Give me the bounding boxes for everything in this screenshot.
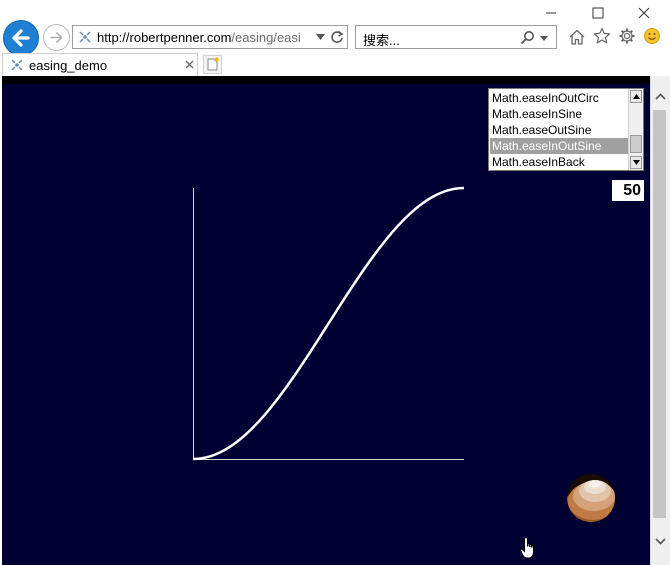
back-button[interactable] [3, 20, 39, 56]
scroll-up-arrow-icon [632, 94, 640, 99]
page-scroll-up-button[interactable] [651, 86, 670, 106]
search-dropdown-icon[interactable] [540, 36, 548, 42]
minimize-button[interactable] [528, 0, 574, 26]
address-dropdown-icon[interactable] [316, 34, 325, 41]
url-path: /easing/easi [231, 30, 301, 45]
page-scroll-down-icon [655, 537, 666, 545]
tab-title: easing_demo [29, 58, 108, 73]
url-host: http://robertpenner.com [97, 30, 232, 45]
listbox-scroll-thumb[interactable] [630, 135, 642, 153]
easing-function-listbox[interactable]: Math.easeInOutCirc Math.easeInSine Math.ea… [488, 88, 644, 171]
close-window-button[interactable] [621, 0, 667, 26]
minimize-icon [546, 12, 556, 14]
easing-option[interactable]: Math.easeInBack [490, 154, 628, 170]
listbox-scroll-up-button[interactable] [630, 90, 642, 103]
new-tab-button[interactable] [203, 55, 222, 74]
settings-gear-icon[interactable] [618, 27, 636, 45]
refresh-icon[interactable] [330, 30, 344, 44]
easing-option[interactable]: Math.easeInSine [490, 106, 628, 122]
listbox-scrollbar[interactable] [628, 89, 643, 170]
duration-value-display: 50 [612, 180, 644, 201]
animated-ball [567, 474, 615, 522]
maximize-button[interactable] [575, 0, 621, 26]
new-tab-icon [207, 57, 219, 71]
easing-option[interactable]: Math.easeInOutSine [490, 138, 628, 154]
home-icon[interactable] [568, 28, 586, 46]
back-arrow-icon [12, 29, 30, 47]
page-scroll-thumb[interactable] [653, 110, 666, 518]
forward-arrow-icon [50, 32, 63, 43]
easing-option[interactable]: Math.easeOutSine [490, 122, 628, 138]
search-icon[interactable] [520, 30, 535, 45]
tab-close-icon[interactable] [185, 60, 194, 69]
url-text: http://robertpenner.com/easing/easi [97, 30, 313, 45]
easing-option[interactable]: Math.easeInOutCirc [490, 90, 628, 106]
scroll-down-arrow-icon [632, 160, 640, 165]
page-favicon-icon [79, 31, 91, 43]
feedback-smiley-icon[interactable] [643, 27, 661, 45]
maximize-icon [592, 7, 604, 19]
page-scroll-down-button[interactable] [651, 531, 670, 551]
search-box[interactable]: 搜索... [355, 25, 557, 49]
address-bar[interactable]: http://robertpenner.com/easing/easi [72, 25, 348, 49]
close-icon [638, 7, 650, 19]
page-scroll-up-icon [655, 92, 666, 100]
tab-favicon-icon [11, 59, 23, 71]
easing-curve [192, 186, 465, 461]
forward-button[interactable] [43, 24, 70, 51]
hand-cursor-icon [520, 536, 534, 559]
listbox-scroll-down-button[interactable] [630, 156, 642, 169]
tab-easing-demo[interactable]: easing_demo [2, 53, 198, 76]
favorites-star-icon[interactable] [593, 27, 611, 45]
search-placeholder: 搜索... [363, 33, 400, 48]
